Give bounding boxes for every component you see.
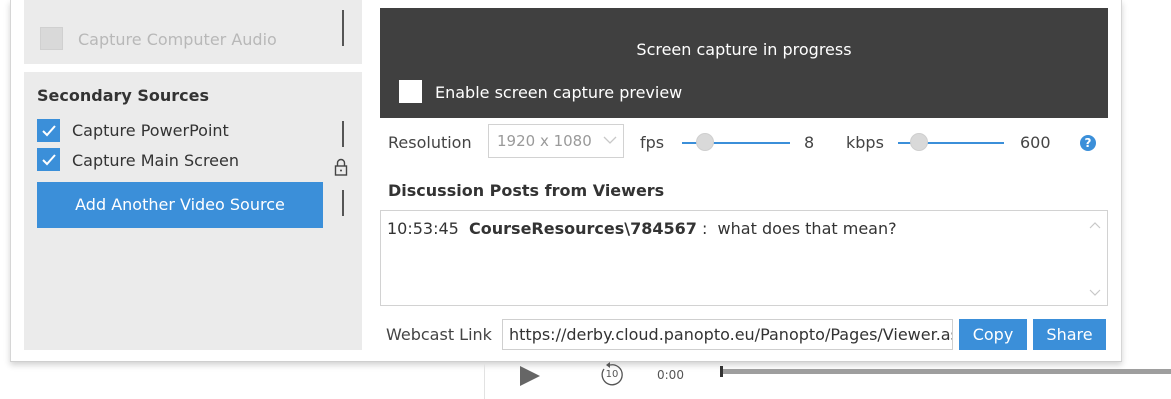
post-time: 10:53:45 [387,219,459,238]
enable-preview-label: Enable screen capture preview [435,83,683,102]
scroll-down-icon[interactable] [1089,289,1101,297]
capture-main-screen-label: Capture Main Screen [72,151,239,170]
help-icon[interactable]: ? [1080,135,1096,151]
play-icon[interactable] [517,364,543,388]
player-progress-track[interactable] [720,369,1171,374]
fps-label: fps [640,133,665,152]
post-message: what does that mean? [717,219,897,238]
kbps-value: 600 [1020,133,1051,152]
player-time: 0:00 [657,368,684,382]
copy-button[interactable]: Copy [959,319,1027,350]
chevron-down-icon [603,136,617,144]
discussion-post: 10:53:45 CourseResources\784567 : what d… [387,219,897,238]
add-video-source-button[interactable]: Add Another Video Source [37,182,323,228]
resolution-select[interactable]: 1920 x 1080 [488,124,624,158]
kbps-slider-thumb[interactable] [910,133,928,151]
post-user: CourseResources\784567 [469,219,697,238]
capture-powerpoint-checkbox[interactable] [37,119,60,142]
discussion-title: Discussion Posts from Viewers [388,181,665,200]
lock-icon[interactable] [334,158,348,180]
resolution-label: Resolution [388,133,472,152]
rewind-10-icon[interactable]: 10 [598,361,626,389]
check-icon [42,125,56,137]
capture-audio-label: Capture Computer Audio [78,30,277,49]
player-divider [484,364,485,399]
capture-powerpoint-label: Capture PowerPoint [72,121,229,140]
capture-main-screen-checkbox[interactable] [37,148,60,171]
fps-slider-thumb[interactable] [696,133,714,151]
resolution-value: 1920 x 1080 [497,132,592,150]
secondary-sources-title: Secondary Sources [37,86,210,105]
post-separator: : [696,219,708,238]
screen-level-meter [342,190,344,216]
webcast-link-label: Webcast Link [386,325,492,344]
fps-value: 8 [804,133,815,152]
preview-panel: Screen capture in progress Enable screen… [380,8,1108,118]
webcast-link-field[interactable]: https://derby.cloud.panopto.eu/Panopto/P… [502,319,953,350]
scroll-up-icon[interactable] [1089,221,1101,229]
capture-audio-checkbox[interactable] [40,27,63,50]
kbps-label: kbps [846,133,884,152]
enable-preview-checkbox[interactable] [399,80,422,103]
rewind-amount: 10 [605,369,619,380]
powerpoint-level-meter [342,121,344,147]
share-button[interactable]: Share [1033,319,1106,350]
audio-level-meter [342,10,344,46]
check-icon [42,154,56,166]
player-playhead[interactable] [720,366,723,377]
discussion-list[interactable]: 10:53:45 CourseResources\784567 : what d… [380,210,1108,306]
capture-status: Screen capture in progress [636,40,852,59]
